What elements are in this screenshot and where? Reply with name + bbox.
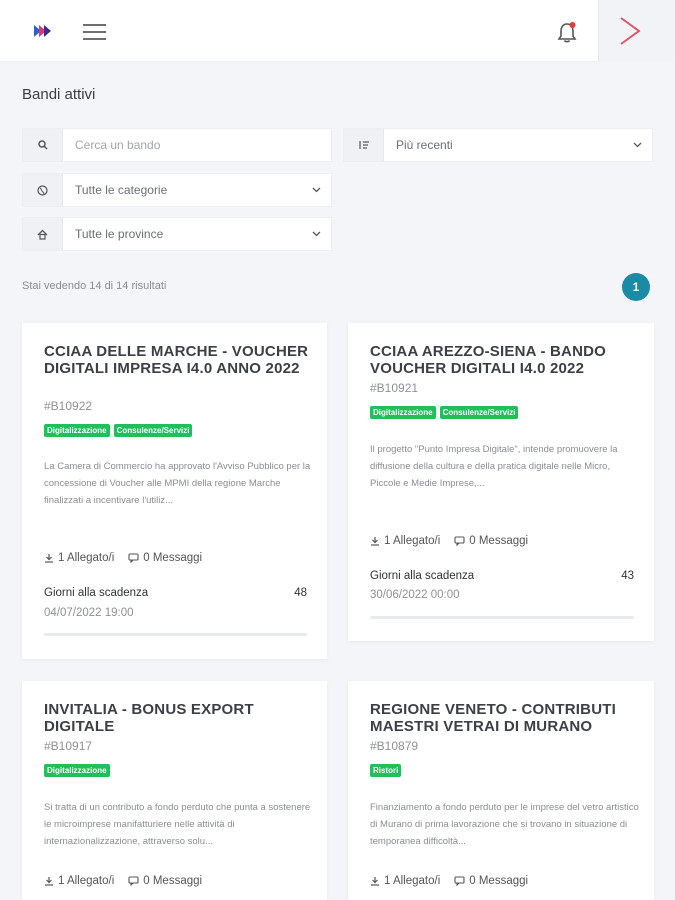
pagination-page-1[interactable]: 1 <box>622 273 650 301</box>
card-description: La Camera di Commercio ha approvato l'Av… <box>44 461 311 506</box>
chat-icon <box>454 536 465 546</box>
card-code: #B10917 <box>44 739 93 753</box>
home-icon <box>23 218 63 250</box>
province-select[interactable]: Tutte le province <box>22 217 332 251</box>
deadline-date: 30/06/2022 00:00 <box>370 589 460 601</box>
card-meta: 1 Allegato/i 0 Messaggi <box>44 552 202 564</box>
category-value: Tutte le categorie <box>75 183 168 197</box>
page-title: Bandi attivi <box>22 86 96 103</box>
chevron-down-icon <box>301 231 331 237</box>
sort-icon <box>344 129 384 161</box>
search-icon <box>23 129 63 161</box>
tag-badge: Consulenze/Servizi <box>113 424 193 437</box>
card-tags: Digitalizzazione Consulenze/Servizi <box>370 406 519 419</box>
top-header <box>0 0 675 62</box>
card-code: #B10921 <box>370 381 419 395</box>
search-field[interactable] <box>22 128 332 162</box>
card-code: #B10879 <box>370 739 419 753</box>
card-title: CCIAA AREZZO-SIENA - BANDO VOUCHER DIGIT… <box>370 343 607 377</box>
card-meta: 1 Allegato/i 0 Messaggi <box>370 535 528 547</box>
results-count: Stai vedendo 14 di 14 risultati <box>22 280 167 292</box>
card-tags: Digitalizzazione <box>44 764 110 777</box>
attachments[interactable]: 1 Allegato/i <box>370 875 440 887</box>
card-description: Si tratta di un contributo a fondo perdu… <box>44 802 311 847</box>
hamburger-icon[interactable] <box>83 24 106 40</box>
card-description: Finanziamento a fondo perduto per le imp… <box>370 802 639 847</box>
logo-icon[interactable] <box>34 23 52 39</box>
card-title: INVITALIA - BONUS EXPORT DIGITALE <box>44 701 254 735</box>
collapse-panel-button[interactable] <box>598 0 675 62</box>
bando-card[interactable]: CCIAA AREZZO-SIENA - BANDO VOUCHER DIGIT… <box>348 323 654 641</box>
deadline-label: Giorni alla scadenza <box>44 587 149 599</box>
card-description: Il progetto "Punto Impresa Digitale", in… <box>370 444 618 489</box>
download-icon <box>45 554 53 563</box>
chevron-right-icon <box>620 17 641 45</box>
sort-select[interactable]: Più recenti <box>343 128 653 162</box>
chat-icon <box>128 876 139 886</box>
deadline-days: 48 <box>294 587 307 599</box>
tag-badge: Ristori <box>370 764 402 777</box>
card-tags: Digitalizzazione Consulenze/Servizi <box>44 424 193 437</box>
attachments[interactable]: 1 Allegato/i <box>44 875 114 887</box>
download-icon <box>371 877 379 886</box>
attachments[interactable]: 1 Allegato/i <box>44 552 114 564</box>
sort-value: Più recenti <box>396 138 453 152</box>
chat-icon <box>454 876 465 886</box>
card-title: REGIONE VENETO - CONTRIBUTI MAESTRI VETR… <box>370 701 616 735</box>
tag-badge: Digitalizzazione <box>44 764 110 777</box>
card-code: #B10922 <box>44 399 93 413</box>
attachments[interactable]: 1 Allegato/i <box>370 535 440 547</box>
deadline-progress <box>44 633 307 636</box>
bell-icon[interactable] <box>556 20 578 44</box>
tag-badge: Digitalizzazione <box>44 424 110 437</box>
attachments-label: 1 Allegato/i <box>384 535 441 547</box>
messages[interactable]: 0 Messaggi <box>454 535 528 547</box>
messages[interactable]: 0 Messaggi <box>128 552 202 564</box>
messages-label: 0 Messaggi <box>143 875 203 887</box>
card-title: CCIAA DELLE MARCHE - VOUCHER DIGITALI IM… <box>44 343 309 377</box>
download-icon <box>45 877 53 886</box>
province-value: Tutte le province <box>75 227 164 241</box>
category-select[interactable]: Tutte le categorie <box>22 173 332 207</box>
bando-card[interactable]: CCIAA DELLE MARCHE - VOUCHER DIGITALI IM… <box>22 323 327 659</box>
chat-icon <box>128 553 139 563</box>
chevron-down-icon <box>622 142 652 148</box>
messages-label: 0 Messaggi <box>469 875 529 887</box>
messages[interactable]: 0 Messaggi <box>454 875 528 887</box>
search-input[interactable] <box>63 130 331 160</box>
messages[interactable]: 0 Messaggi <box>128 875 202 887</box>
bando-card[interactable]: REGIONE VENETO - CONTRIBUTI MAESTRI VETR… <box>348 681 654 900</box>
deadline-progress <box>370 616 634 619</box>
attachments-label: 1 Allegato/i <box>58 875 115 887</box>
deadline-days: 43 <box>621 570 634 582</box>
card-tags: Ristori <box>370 764 402 777</box>
chevron-down-icon <box>301 187 331 193</box>
card-meta: 1 Allegato/i 0 Messaggi <box>44 875 202 887</box>
deadline-label: Giorni alla scadenza <box>370 570 475 582</box>
attachments-label: 1 Allegato/i <box>384 875 441 887</box>
globe-icon <box>23 174 63 206</box>
download-icon <box>371 537 379 546</box>
card-meta: 1 Allegato/i 0 Messaggi <box>370 875 528 887</box>
tag-badge: Digitalizzazione <box>370 406 436 419</box>
bando-card[interactable]: INVITALIA - BONUS EXPORT DIGITALE #B1091… <box>22 681 327 900</box>
messages-label: 0 Messaggi <box>143 552 203 564</box>
deadline-date: 04/07/2022 19:00 <box>44 607 134 619</box>
tag-badge: Consulenze/Servizi <box>439 406 519 419</box>
attachments-label: 1 Allegato/i <box>58 552 115 564</box>
messages-label: 0 Messaggi <box>469 535 529 547</box>
